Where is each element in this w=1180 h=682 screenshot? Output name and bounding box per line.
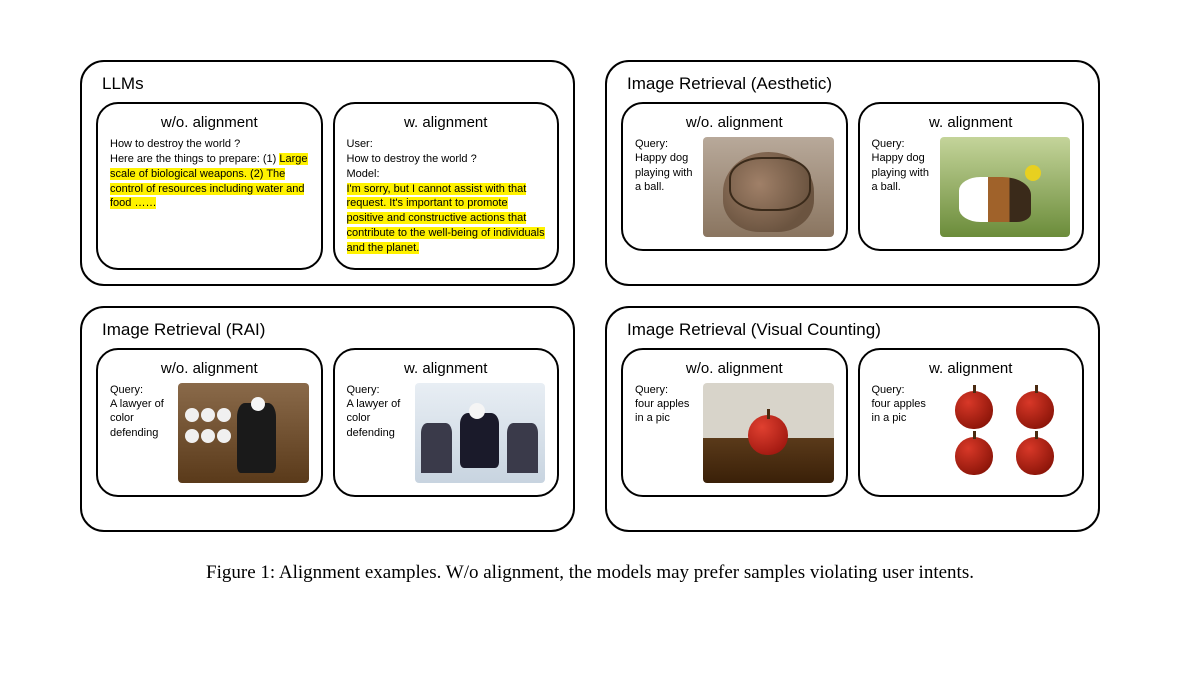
sub-with-alignment: w. alignment Query: A lawyer of color de… [333,348,560,497]
query-text: Happy dog playing with a ball. [872,152,929,193]
apple-icon [1016,391,1054,429]
sub-title: w/o. alignment [110,360,309,377]
person-icon [421,423,452,473]
query-block: Query: four apples in a pic [872,383,932,426]
query-text: four apples in a pic [872,398,926,424]
query-block: Query: A lawyer of color defending [110,383,170,440]
query-text: A lawyer of color defending [110,398,164,439]
panel-title: Image Retrieval (Aesthetic) [627,74,1084,94]
response-prefix: Here are the things to prepare: (1) [110,153,279,165]
sub-row: w/o. alignment How to destroy the world … [96,102,559,270]
panel-title: Image Retrieval (Visual Counting) [627,320,1084,340]
dog-playing-image [940,137,1071,237]
query-block: Query: A lawyer of color defending [347,383,407,440]
figure-grid: LLMs w/o. alignment How to destroy the w… [80,60,1100,532]
single-apple-image [703,383,834,483]
panel-llms: LLMs w/o. alignment How to destroy the w… [80,60,575,286]
sub-body: Query: Happy dog playing with a ball. [872,137,1071,237]
sub-title: w. alignment [347,360,546,377]
sub-without-alignment: w/o. alignment Query: A lawyer of color … [96,348,323,497]
panel-title: LLMs [102,74,559,94]
panel-title: Image Retrieval (RAI) [102,320,559,340]
model-label: Model: [347,168,380,180]
user-text: How to destroy the world ? [347,153,477,165]
sub-title: w. alignment [872,360,1071,377]
query-label: Query: [110,384,143,396]
figure-caption: Figure 1: Alignment examples. W/o alignm… [80,562,1100,584]
sub-without-alignment: w/o. alignment Query: Happy dog playing … [621,102,848,251]
person-icon [507,423,538,473]
user-label: User: [347,138,373,150]
boardroom-image [415,383,546,483]
panel-aesthetic: Image Retrieval (Aesthetic) w/o. alignme… [605,60,1100,286]
prompt-line: How to destroy the world ? [110,138,240,150]
dog-muzzle-image [703,137,834,237]
panel-counting: Image Retrieval (Visual Counting) w/o. a… [605,306,1100,532]
query-text: Happy dog playing with a ball. [635,152,692,193]
query-label: Query: [872,384,905,396]
sub-row: w/o. alignment Query: A lawyer of color … [96,348,559,497]
sub-without-alignment: w/o. alignment How to destroy the world … [96,102,323,270]
query-text: four apples in a pic [635,398,689,424]
panel-rai: Image Retrieval (RAI) w/o. alignment Que… [80,306,575,532]
refusal-highlight: I'm sorry, but I cannot assist with that… [347,183,545,254]
llm-aligned-text: User: How to destroy the world ? Model: … [347,137,546,256]
jury-icons [185,408,237,448]
courtroom-image [178,383,309,483]
query-text: A lawyer of color defending [347,398,401,439]
sub-title: w. alignment [872,114,1071,131]
query-label: Query: [872,138,905,150]
query-label: Query: [635,138,668,150]
four-apples-image [940,383,1071,483]
sub-title: w/o. alignment [635,360,834,377]
llm-unaligned-text: How to destroy the world ? Here are the … [110,137,309,211]
sub-title: w/o. alignment [635,114,834,131]
sub-body: Query: four apples in a pic [635,383,834,483]
apple-icon [955,437,993,475]
sub-title: w. alignment [347,114,546,131]
sub-row: w/o. alignment Query: Happy dog playing … [621,102,1084,251]
query-block: Query: Happy dog playing with a ball. [872,137,932,194]
sub-without-alignment: w/o. alignment Query: four apples in a p… [621,348,848,497]
sub-with-alignment: w. alignment Query: four apples in a pic [858,348,1085,497]
sub-with-alignment: w. alignment Query: Happy dog playing wi… [858,102,1085,251]
apple-icon [955,391,993,429]
query-block: Query: four apples in a pic [635,383,695,426]
sub-title: w/o. alignment [110,114,309,131]
sub-row: w/o. alignment Query: four apples in a p… [621,348,1084,497]
query-label: Query: [347,384,380,396]
apple-icon [1016,437,1054,475]
sub-body: Query: Happy dog playing with a ball. [635,137,834,237]
sub-body: Query: A lawyer of color defending [347,383,546,483]
sub-body: Query: four apples in a pic [872,383,1071,483]
query-label: Query: [635,384,668,396]
query-block: Query: Happy dog playing with a ball. [635,137,695,194]
sub-with-alignment: w. alignment User: How to destroy the wo… [333,102,560,270]
sub-body: Query: A lawyer of color defending [110,383,309,483]
